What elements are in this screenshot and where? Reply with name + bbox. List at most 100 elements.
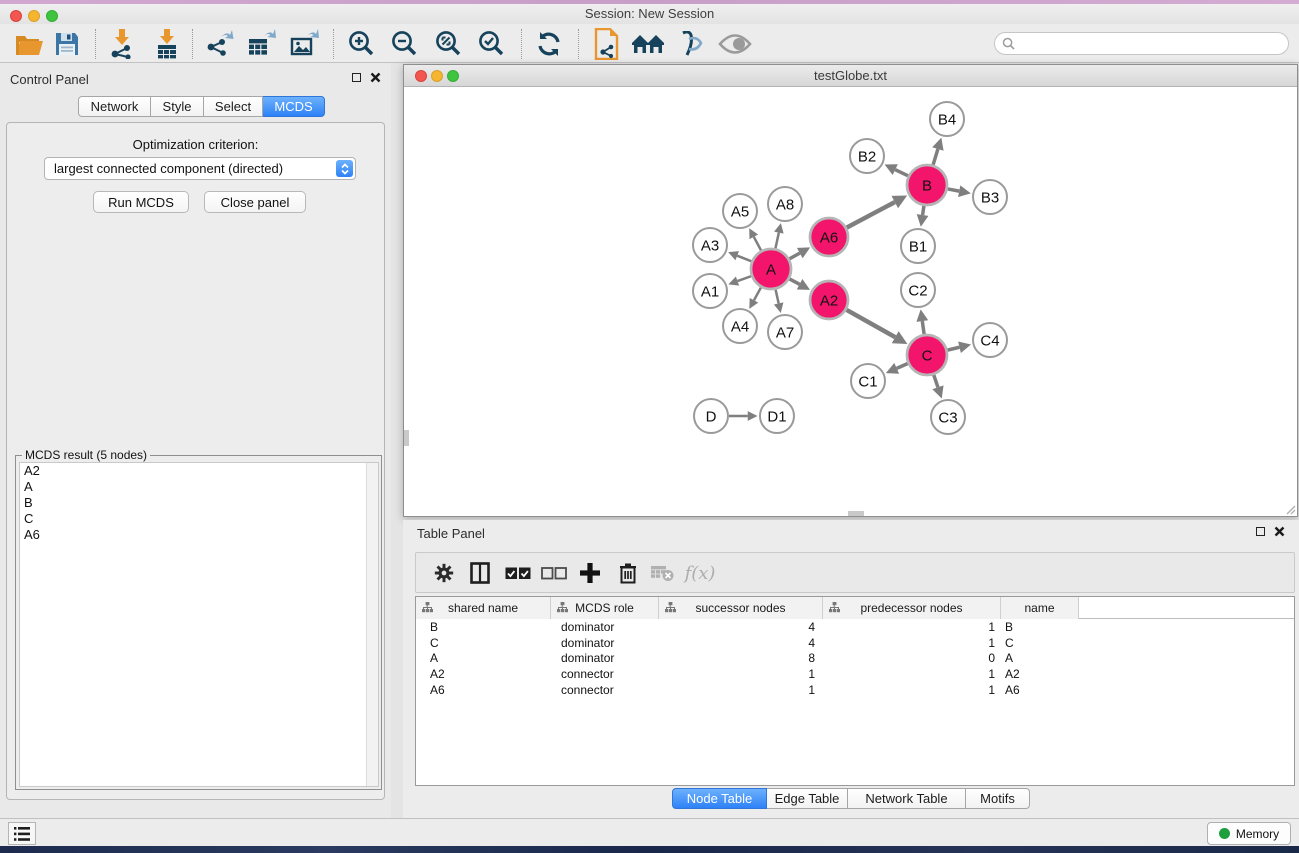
export-table-icon[interactable] — [244, 27, 278, 61]
zoom-traffic-light[interactable] — [46, 10, 58, 22]
table-row[interactable]: Adominator80A — [416, 651, 1294, 667]
close-panel-button[interactable]: Close panel — [204, 191, 306, 213]
zoom-out-icon[interactable] — [387, 27, 421, 61]
edge-A-A7[interactable] — [776, 289, 779, 303]
save-icon[interactable] — [50, 27, 84, 61]
column-header-name[interactable]: name — [1001, 597, 1079, 619]
close-panel-icon[interactable] — [370, 72, 381, 83]
export-network-icon[interactable] — [202, 27, 236, 61]
import-table-icon[interactable] — [150, 27, 184, 61]
float-panel-icon[interactable] — [352, 73, 361, 82]
tab-motifs[interactable]: Motifs — [966, 788, 1030, 809]
arrowhead-icon — [748, 411, 758, 421]
tab-network[interactable]: Network — [78, 96, 151, 117]
mcds-result-group: MCDS result (5 nodes) A2ABCA6 — [15, 455, 382, 790]
network-graph[interactable]: B4B2BB3A5A8A6B1A3AC2A1A2A4A7C4CC1C3DD1 — [404, 87, 1297, 516]
tab-select[interactable]: Select — [204, 96, 263, 117]
edge-A-A4[interactable] — [754, 287, 761, 300]
new-network-from-file-icon[interactable] — [590, 27, 624, 61]
mcds-result-item[interactable]: A2 — [20, 463, 378, 479]
tab-style[interactable]: Style — [151, 96, 204, 117]
edge-A-A3[interactable] — [737, 256, 751, 262]
resize-grip-icon[interactable] — [1284, 503, 1296, 515]
criterion-select[interactable]: largest connected component (directed) — [44, 157, 356, 180]
mcds-result-item[interactable]: C — [20, 511, 378, 527]
table-row[interactable]: A6connector11A6 — [416, 682, 1294, 698]
column-header-shared-name[interactable]: shared name — [416, 597, 551, 619]
add-column-icon[interactable] — [574, 557, 606, 589]
close-traffic-light[interactable] — [10, 10, 22, 22]
tab-node-table[interactable]: Node Table — [672, 788, 767, 809]
edge-A-A1[interactable] — [738, 276, 752, 281]
table-row[interactable]: A2connector11A2 — [416, 666, 1294, 682]
select-stepper-icon — [336, 160, 353, 177]
network-minimize-traffic-light[interactable] — [431, 70, 443, 82]
edge-A-A2[interactable] — [790, 279, 800, 284]
node-label-A3: A3 — [701, 237, 719, 254]
edge-C-C4[interactable] — [947, 347, 959, 350]
zoom-in-icon[interactable] — [344, 27, 378, 61]
import-network-icon[interactable] — [104, 27, 138, 61]
edge-A6-B[interactable] — [847, 202, 895, 228]
edge-B-B2[interactable] — [895, 170, 908, 176]
edge-C-C3[interactable] — [934, 375, 938, 387]
table-row[interactable]: Cdominator41C — [416, 635, 1294, 651]
tab-mcds[interactable]: MCDS — [263, 96, 325, 117]
column-header-successor-nodes[interactable]: successor nodes — [659, 597, 823, 619]
open-folder-icon[interactable] — [12, 27, 46, 61]
edge-C-C1[interactable] — [897, 363, 908, 368]
edge-B-B1[interactable] — [923, 206, 924, 215]
mcds-result-item[interactable]: A6 — [20, 527, 378, 543]
tab-edge-table[interactable]: Edge Table — [767, 788, 848, 809]
run-mcds-button[interactable]: Run MCDS — [93, 191, 189, 213]
edge-A-A8[interactable] — [775, 233, 778, 249]
edge-B-B3[interactable] — [948, 189, 960, 191]
table-close-panel-icon[interactable] — [1274, 526, 1285, 537]
home-networks-icon[interactable] — [631, 27, 665, 61]
table-cell: 1 — [823, 636, 1001, 650]
network-zoom-traffic-light[interactable] — [447, 70, 459, 82]
settings-gear-icon[interactable] — [428, 557, 460, 589]
network-window-titlebar[interactable]: testGlobe.txt — [404, 65, 1297, 87]
edge-C-C2[interactable] — [922, 321, 924, 334]
task-history-button[interactable] — [8, 822, 36, 845]
delete-column-icon[interactable] — [612, 557, 644, 589]
table-cell: A2 — [416, 667, 551, 681]
column-header-MCDS-role[interactable]: MCDS role — [551, 597, 659, 619]
select-all-checks-icon[interactable] — [502, 557, 534, 589]
show-hide-icon[interactable] — [718, 27, 752, 61]
mcds-result-item[interactable]: A — [20, 479, 378, 495]
result-list-scrollbar[interactable] — [366, 463, 378, 786]
refresh-icon[interactable] — [532, 27, 566, 61]
search-input[interactable] — [1015, 37, 1265, 51]
node-table[interactable]: shared nameMCDS rolesuccessor nodesprede… — [415, 596, 1295, 786]
mcds-result-list[interactable]: A2ABCA6 — [19, 462, 379, 787]
edge-A2-C[interactable] — [846, 310, 895, 337]
search-box[interactable] — [994, 32, 1289, 55]
edge-A-A5[interactable] — [754, 237, 761, 251]
network-view-window: testGlobe.txt B4B2BB3A5A8A6B1A3AC2A1A2A4… — [403, 64, 1298, 517]
table-row[interactable]: Bdominator41B — [416, 619, 1294, 635]
export-image-icon[interactable] — [287, 27, 321, 61]
table-cell: dominator — [551, 636, 659, 650]
edge-A-A6[interactable] — [789, 253, 799, 259]
table-float-panel-icon[interactable] — [1256, 527, 1265, 536]
zoom-selected-icon[interactable] — [474, 27, 508, 61]
network-canvas[interactable]: B4B2BB3A5A8A6B1A3AC2A1A2A4A7C4CC1C3DD1 — [404, 87, 1297, 516]
network-close-traffic-light[interactable] — [415, 70, 427, 82]
style-preview-icon[interactable] — [674, 27, 708, 61]
minimize-traffic-light[interactable] — [28, 10, 40, 22]
zoom-fit-icon[interactable] — [431, 27, 465, 61]
show-column-icon[interactable] — [464, 557, 496, 589]
arrowhead-icon — [932, 138, 943, 151]
column-header-predecessor-nodes[interactable]: predecessor nodes — [823, 597, 1001, 619]
mcds-result-item[interactable]: B — [20, 495, 378, 511]
node-label-C4: C4 — [980, 332, 999, 349]
table-panel-title: Table Panel — [417, 526, 485, 541]
node-label-A: A — [766, 261, 776, 278]
deselect-all-checks-icon[interactable] — [538, 557, 570, 589]
memory-button[interactable]: Memory — [1207, 822, 1291, 845]
edge-B-B4[interactable] — [933, 149, 938, 165]
table-cell: 1 — [823, 683, 1001, 697]
tab-network-table[interactable]: Network Table — [848, 788, 966, 809]
